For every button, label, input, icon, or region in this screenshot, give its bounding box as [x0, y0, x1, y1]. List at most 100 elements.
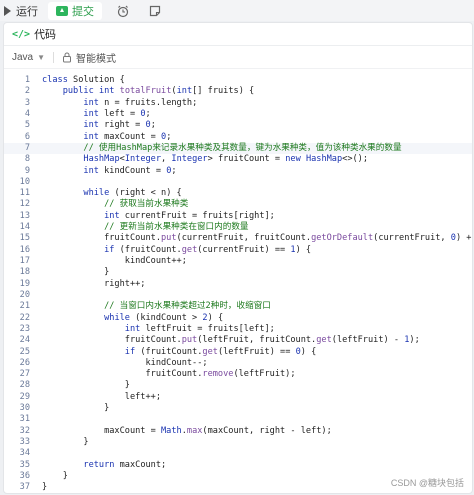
line-number: 6	[24, 131, 30, 142]
line-number: 18	[19, 267, 30, 278]
code-line[interactable]: 25 if (fruitCount.get(leftFruit) == 0) {	[4, 347, 472, 358]
line-number: 20	[19, 289, 30, 300]
alarm-clock-icon[interactable]	[112, 2, 134, 20]
code-line[interactable]: 35 return maxCount;	[4, 460, 472, 471]
code-line[interactable]: 19 right++;	[4, 279, 472, 290]
code-line[interactable]: 4 int left = 0;	[4, 109, 472, 120]
code-line[interactable]: 6 int maxCount = 0;	[4, 132, 472, 143]
line-number: 16	[19, 244, 30, 255]
code-text: fruitCount.put(currentFruit, fruitCount.…	[42, 233, 472, 244]
code-line[interactable]: 17 kindCount++;	[4, 256, 472, 267]
code-line[interactable]: 5 int right = 0;	[4, 120, 472, 131]
code-panel: </> 代码 Java ▼ 智能模式 1 class Solution {2 pu…	[3, 22, 473, 494]
code-line[interactable]: 22 while (kindCount > 2) {	[4, 313, 472, 324]
run-label: 运行	[16, 5, 38, 18]
code-line[interactable]: 30 }	[4, 403, 472, 414]
code-line[interactable]: 31	[4, 414, 472, 425]
code-line[interactable]: 2 public int totalFruit(int[] fruits) {	[4, 86, 472, 97]
line-number: 30	[19, 403, 30, 414]
code-text: fruitCount.remove(leftFruit);	[42, 369, 296, 380]
submit-button[interactable]: 提交	[48, 1, 102, 20]
language-select[interactable]: Java ▼	[12, 52, 45, 63]
code-line[interactable]: 8 HashMap<Integer, Integer> fruitCount =…	[4, 154, 472, 165]
code-line[interactable]: 3 int n = fruits.length;	[4, 98, 472, 109]
line-number: 34	[19, 448, 30, 459]
line-number: 28	[19, 380, 30, 391]
line-number: 2	[24, 86, 30, 97]
code-text: int n = fruits.length;	[83, 97, 198, 108]
code-line[interactable]: 23 int leftFruit = fruits[left];	[4, 324, 472, 335]
code-text: while (right < n) {	[83, 188, 182, 199]
code-line[interactable]: 32 maxCount = Math.max(maxCount, right -…	[4, 426, 472, 437]
code-text: int leftFruit = fruits[left];	[124, 323, 275, 334]
code-text: int kindCount = 0;	[83, 165, 177, 176]
code-text: int right = 0;	[83, 120, 156, 131]
code-line[interactable]: 16 if (fruitCount.get(currentFruit) == 1…	[4, 245, 472, 256]
code-line[interactable]: 26 kindCount--;	[4, 358, 472, 369]
code-text: HashMap<Integer, Integer> fruitCount = n…	[83, 154, 369, 165]
code-line[interactable]: 34	[4, 448, 472, 459]
run-button[interactable]: 运行	[0, 0, 46, 21]
code-line[interactable]: 11 while (right < n) {	[4, 188, 472, 199]
line-number: 1	[24, 75, 30, 85]
code-line[interactable]: 14 // 更新当前水果种类在窗口内的数量	[4, 222, 472, 233]
code-text: // 使用HashMap来记录水果种类及其数量，键为水果种类，值为该种类水果的数…	[83, 142, 402, 153]
code-line[interactable]: 15 fruitCount.put(currentFruit, fruitCou…	[4, 233, 472, 244]
line-number: 13	[19, 210, 30, 221]
line-number: 37	[19, 482, 30, 493]
line-number: 17	[19, 256, 30, 266]
code-text: class Solution {	[42, 75, 125, 85]
line-number: 24	[19, 335, 30, 346]
code-icon: </>	[12, 28, 31, 40]
code-text: int left = 0;	[83, 108, 151, 119]
code-line[interactable]: 29 left++;	[4, 392, 472, 403]
code-text: }	[42, 380, 130, 391]
code-text: return maxCount;	[83, 459, 167, 470]
code-text: while (kindCount > 2) {	[104, 312, 224, 323]
code-text: kindCount++;	[42, 256, 187, 266]
line-number: 35	[19, 459, 30, 470]
line-number: 26	[19, 357, 30, 368]
code-text: }	[42, 470, 68, 481]
code-text: }	[42, 482, 48, 493]
line-number: 15	[19, 233, 30, 244]
code-text: }	[42, 267, 110, 278]
code-line[interactable]: 27 fruitCount.remove(leftFruit);	[4, 369, 472, 380]
line-number: 25	[19, 346, 30, 357]
note-icon[interactable]	[144, 2, 166, 20]
code-text: // 当窗口内水果种类超过2种时，收缩窗口	[104, 301, 271, 312]
play-icon	[4, 5, 11, 16]
panel-header: </> 代码	[4, 23, 472, 46]
code-line[interactable]: 20	[4, 290, 472, 301]
line-number: 27	[19, 369, 30, 380]
code-text: // 更新当前水果种类在窗口内的数量	[104, 222, 249, 233]
submit-label: 提交	[72, 5, 94, 18]
code-line[interactable]: 12 // 获取当前水果种类	[4, 199, 472, 210]
code-line[interactable]: 13 int currentFruit = fruits[right];	[4, 211, 472, 222]
line-number: 29	[19, 391, 30, 402]
divider	[53, 51, 55, 63]
code-line[interactable]: 7 // 使用HashMap来记录水果种类及其数量，键为水果种类，值为该种类水果…	[4, 142, 472, 155]
panel-title: 代码	[34, 29, 57, 41]
line-number: 4	[24, 108, 30, 119]
line-number: 7	[24, 142, 30, 153]
lock-icon	[63, 52, 72, 62]
code-line[interactable]: 9 int kindCount = 0;	[4, 166, 472, 177]
code-line[interactable]: 10	[4, 177, 472, 188]
code-line[interactable]: 1 class Solution {	[4, 75, 472, 86]
line-number: 23	[19, 323, 30, 334]
code-line[interactable]: 21 // 当窗口内水果种类超过2种时，收缩窗口	[4, 301, 472, 312]
code-line[interactable]: 33 }	[4, 437, 472, 448]
line-number: 9	[24, 165, 30, 176]
line-number: 22	[19, 312, 30, 323]
code-line[interactable]: 18 }	[4, 267, 472, 278]
code-editor[interactable]: 1 class Solution {2 public int totalFruit…	[4, 75, 472, 493]
line-number: 21	[19, 301, 30, 312]
code-text: if (fruitCount.get(leftFruit) == 0) {	[124, 346, 317, 357]
mode-label: 智能模式	[76, 53, 117, 65]
smart-mode-toggle[interactable]: 智能模式	[62, 50, 116, 65]
code-line[interactable]: 24 fruitCount.put(leftFruit, fruitCount.…	[4, 335, 472, 346]
code-text: int maxCount = 0;	[83, 131, 172, 142]
code-text: left++;	[42, 391, 161, 402]
code-line[interactable]: 28 }	[4, 380, 472, 391]
